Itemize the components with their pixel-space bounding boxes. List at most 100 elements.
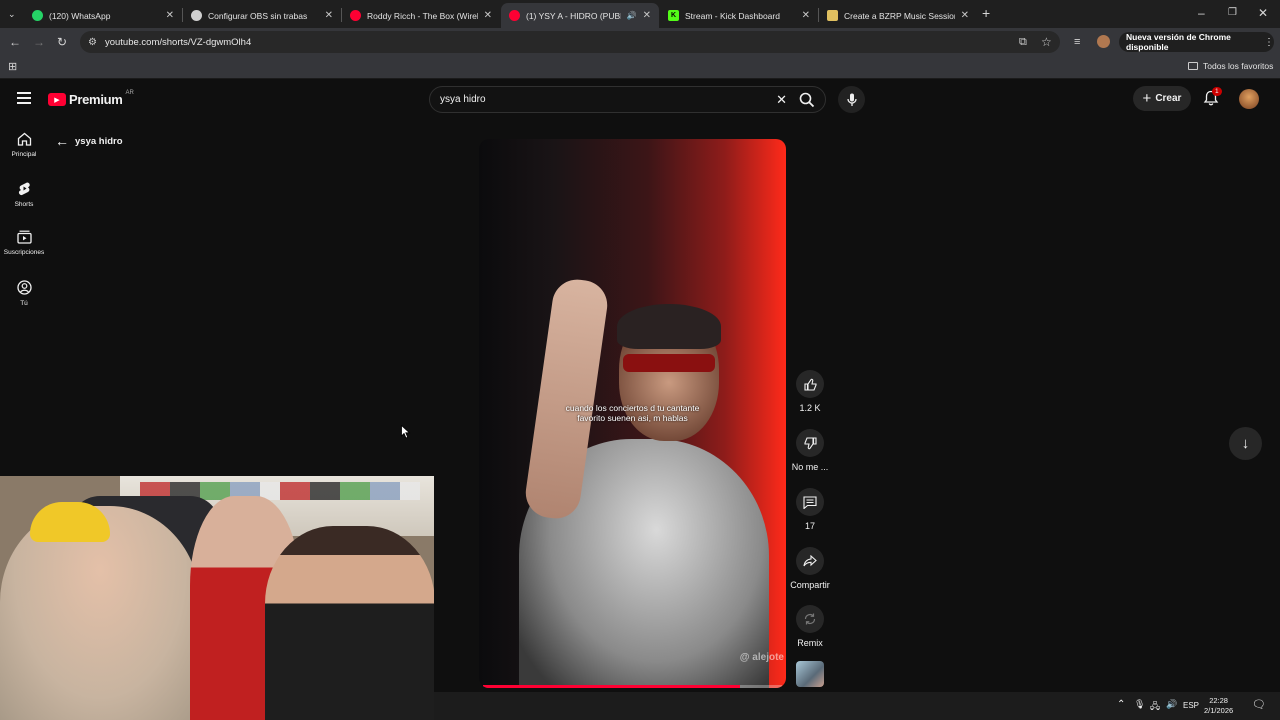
creator-watermark: @ alejote (739, 652, 784, 663)
subscriptions-icon (16, 230, 32, 244)
back-to-search[interactable]: ← ysya hidro (55, 133, 123, 149)
caption-line: cuando los conciertos d tu cantante (565, 403, 700, 413)
window-close-icon[interactable]: ✕ (1258, 6, 1268, 20)
share-button[interactable]: Compartir (780, 547, 840, 590)
comment-count: 17 (804, 521, 815, 531)
youtube-logo[interactable]: ▶ Premium AR (48, 89, 134, 107)
forward-icon[interactable]: → (33, 35, 45, 49)
tab-kick[interactable]: K Stream - Kick Dashboard ✕ (660, 3, 818, 28)
install-app-icon[interactable]: ⧉ (1019, 35, 1027, 49)
guide-label: Shorts (14, 201, 34, 208)
search-input[interactable]: ysya hidro (440, 94, 776, 105)
progress-fill (483, 685, 741, 688)
guide-item-you[interactable]: Tú (0, 280, 48, 307)
short-video-player[interactable]: cuando los conciertos d tu cantante favo… (479, 139, 786, 688)
close-icon[interactable]: ✕ (166, 10, 174, 21)
dislike-button[interactable]: No me ... (780, 429, 840, 472)
youtube-icon (350, 10, 361, 21)
update-chrome-button[interactable]: Nueva versión de Chrome disponible ⋮ (1119, 32, 1274, 52)
close-icon[interactable]: ✕ (325, 10, 333, 21)
audio-icon[interactable]: 🔊 (627, 11, 637, 20)
folder-icon (1188, 62, 1198, 70)
like-button[interactable]: 1.2 K (780, 370, 840, 413)
voice-search-button[interactable] (838, 86, 865, 113)
audio-thumbnail[interactable] (796, 661, 824, 687)
clock[interactable]: 22:28 2/1/2026 (1204, 696, 1233, 716)
all-bookmarks-folder[interactable]: Todos los favoritos (1188, 61, 1273, 71)
close-icon[interactable]: ✕ (484, 10, 492, 21)
site-info-icon[interactable]: ⚙ (88, 37, 97, 48)
country-code: AR (125, 89, 134, 96)
hamburger-menu-icon[interactable] (17, 92, 31, 104)
taskbar: ⌃ 🎙 🖧 🔊 ESP 22:28 2/1/2026 🗨 (434, 692, 1280, 720)
notifications-button[interactable]: 1 (1203, 87, 1222, 108)
close-icon[interactable]: ✕ (643, 10, 651, 21)
bookmarks-bar: ⊞ Todos los favoritos (0, 56, 1280, 79)
tab-title: (120) WhatsApp (49, 10, 111, 21)
language-indicator[interactable]: ESP (1183, 701, 1199, 710)
thumbs-up-icon (803, 378, 817, 391)
tab-title: Roddy Ricch - The Box (Wireles (367, 10, 478, 21)
restore-icon[interactable]: ❐ (1228, 6, 1237, 20)
tab-whatsapp[interactable]: (120) WhatsApp ✕ (24, 3, 182, 28)
new-tab-icon[interactable]: + (982, 6, 990, 20)
shorts-icon (18, 182, 30, 196)
apps-grid-icon[interactable]: ⊞ (8, 60, 17, 74)
tab-roddy-ricch[interactable]: Roddy Ricch - The Box (Wireles ✕ (342, 3, 500, 28)
guide-item-principal[interactable]: Principal (0, 132, 48, 158)
comments-button[interactable]: 17 (780, 488, 840, 531)
progress-track[interactable] (483, 685, 782, 688)
tab-strip: ⌄ (120) WhatsApp ✕ Configurar OBS sin tr… (0, 0, 1280, 28)
account-avatar[interactable] (1239, 89, 1259, 109)
logo-text: Premium (69, 92, 123, 107)
tray-chevron-icon[interactable]: ⌃ (1117, 699, 1125, 710)
comment-icon (803, 495, 817, 509)
microphone-tray-icon[interactable]: 🎙 (1134, 699, 1145, 710)
address-bar[interactable]: ⚙ youtube.com/shorts/VZ-dgwmOlh4 (80, 31, 1060, 53)
remix-button[interactable]: Remix (780, 605, 840, 648)
clock-time: 22:28 (1209, 696, 1228, 705)
search-box[interactable]: ysya hidro ✕ (429, 86, 826, 113)
clock-date: 2/1/2026 (1204, 706, 1234, 715)
plus-icon: + (1142, 90, 1152, 107)
create-button[interactable]: + Crear (1133, 86, 1191, 111)
tab-ysya-hidro[interactable]: (1) YSY A - HIDRO (PUBLICO 🔊 ✕ (501, 3, 659, 28)
arrow-down-icon: ↓ (1241, 435, 1250, 452)
search-icon[interactable] (799, 92, 815, 108)
reload-icon[interactable]: ↻ (57, 35, 67, 49)
video-caption: cuando los conciertos d tu cantante favo… (479, 403, 786, 423)
performer-sunglasses (623, 354, 715, 372)
close-icon[interactable]: ✕ (961, 10, 969, 21)
minimize-icon[interactable]: – (1198, 6, 1205, 20)
tab-obs[interactable]: Configurar OBS sin trabas ✕ (183, 3, 341, 28)
performer-hair (617, 304, 721, 349)
tab-title: Configurar OBS sin trabas (208, 10, 308, 21)
next-short-button[interactable]: ↓ (1229, 427, 1262, 460)
clear-search-icon[interactable]: ✕ (776, 92, 787, 108)
guide-item-subscriptions[interactable]: Suscripciones (0, 230, 48, 256)
volume-icon[interactable]: 🔊 (1166, 699, 1177, 710)
thumbs-down-icon (803, 436, 817, 449)
guide-item-shorts[interactable]: Shorts (0, 181, 48, 208)
tab-bzrp[interactable]: Create a BZRP Music Sessions ✕ (819, 3, 977, 28)
like-count: 1.2 K (799, 403, 821, 413)
profile-avatar[interactable] (1097, 35, 1110, 48)
tab-title: (1) YSY A - HIDRO (PUBLICO (526, 10, 621, 21)
doc-icon (827, 10, 838, 21)
network-icon[interactable]: 🖧 (1150, 699, 1160, 715)
youtube-play-icon: ▶ (48, 93, 66, 106)
microphone-icon (846, 93, 857, 106)
url-text[interactable]: youtube.com/shorts/VZ-dgwmOlh4 (105, 37, 251, 48)
person-right (265, 526, 434, 720)
back-icon[interactable]: ← (9, 35, 21, 49)
globe-icon (191, 10, 202, 21)
guide-label: Suscripciones (3, 249, 45, 256)
tab-search-icon[interactable]: ⌄ (8, 7, 16, 21)
bookmark-star-icon[interactable]: ☆ (1041, 35, 1052, 49)
youtube-icon (509, 10, 520, 21)
notification-center-icon[interactable]: 🗨 (1252, 698, 1266, 711)
guide-label: Tú (20, 300, 28, 307)
media-control-icon[interactable]: ≡ (1074, 35, 1080, 49)
close-icon[interactable]: ✕ (802, 10, 810, 21)
back-label: ysya hidro (75, 135, 123, 147)
